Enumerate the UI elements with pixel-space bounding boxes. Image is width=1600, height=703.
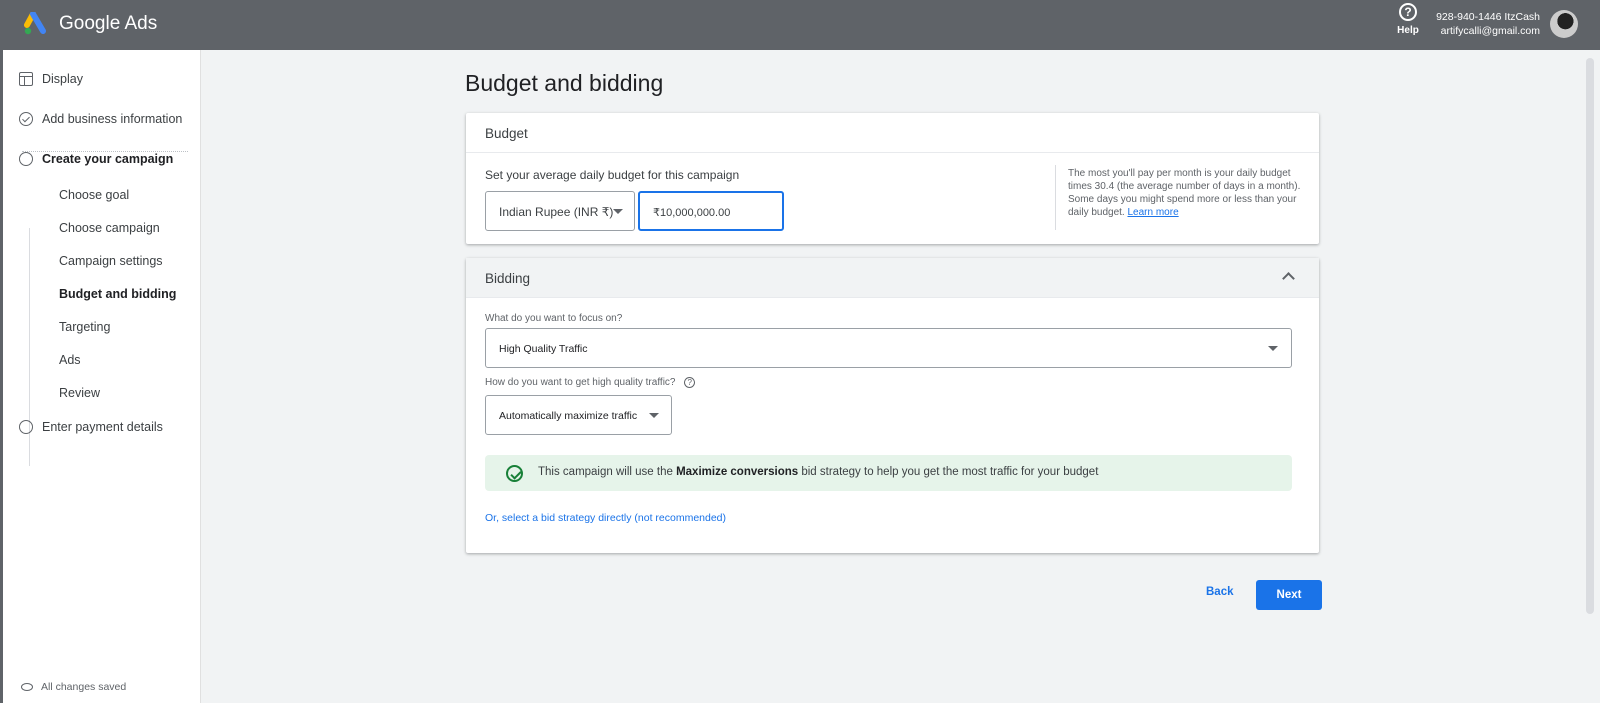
sidebar-item-label: Add business information	[42, 112, 183, 126]
scrollbar[interactable]	[1586, 58, 1594, 614]
top-bar: Google Ads ? Help 928-940-1446 ItzCash a…	[0, 0, 1600, 50]
divider	[1055, 165, 1056, 230]
sidebar-step-ads[interactable]: Ads	[59, 353, 81, 367]
select-bid-strategy-link[interactable]: Or, select a bid strategy directly (not …	[485, 512, 726, 524]
bidding-heading: Bidding	[485, 271, 531, 286]
banner-suffix: bid strategy to help you get the most tr…	[801, 466, 1099, 478]
cloud-saved-icon	[21, 683, 33, 691]
budget-info: The most you'll pay per month is your da…	[1068, 167, 1304, 219]
save-status-label: All changes saved	[41, 681, 127, 693]
budget-header: Budget	[466, 113, 1319, 153]
focus-value: High Quality Traffic	[499, 343, 588, 355]
currency-value: Indian Rupee (INR ₹)	[499, 205, 614, 219]
check-circle-icon	[506, 465, 523, 482]
bidding-header[interactable]: Bidding	[466, 258, 1319, 298]
sidebar-item-label: Create your campaign	[42, 152, 174, 166]
account-info[interactable]: 928-940-1446 ItzCash artifycalli@gmail.c…	[1436, 10, 1540, 38]
sidebar-step-campaign-settings[interactable]: Campaign settings	[59, 254, 163, 268]
avatar[interactable]	[1550, 10, 1578, 38]
sidebar-item-display[interactable]: Display	[19, 72, 83, 86]
help-label: Help	[1397, 25, 1419, 36]
currency-select[interactable]: Indian Rupee (INR ₹)	[485, 191, 635, 231]
banner-strategy: Maximize conversions	[676, 466, 799, 478]
save-status: All changes saved	[21, 681, 126, 693]
traffic-strategy-select[interactable]: Automatically maximize traffic	[485, 395, 672, 435]
budget-heading: Budget	[485, 126, 528, 141]
sidebar-item-create-campaign[interactable]: Create your campaign	[19, 152, 173, 166]
bidding-card: Bidding What do you want to focus on? Hi…	[466, 258, 1319, 553]
display-icon	[19, 72, 33, 86]
how-label-text: How do you want to get high quality traf…	[485, 377, 676, 389]
sidebar: Display Add business information Create …	[3, 50, 201, 703]
help-button[interactable]: ? Help	[1394, 3, 1422, 36]
help-circle-icon[interactable]: ?	[684, 377, 696, 388]
circle-icon	[19, 152, 33, 166]
help-icon: ?	[1399, 3, 1417, 21]
google-ads-logo[interactable]	[24, 12, 50, 36]
budget-amount-input[interactable]: ₹10,000,000.00	[638, 191, 784, 231]
circle-icon	[19, 420, 33, 434]
dropdown-arrow-icon	[649, 413, 659, 418]
dropdown-arrow-icon	[1268, 346, 1278, 351]
sidebar-item-label: Enter payment details	[42, 420, 163, 434]
dropdown-arrow-icon	[613, 209, 623, 214]
focus-select[interactable]: High Quality Traffic	[485, 328, 1292, 368]
budget-info-text: The most you'll pay per month is your da…	[1068, 168, 1301, 218]
page-title: Budget and bidding	[465, 70, 664, 96]
budget-card: Budget Set your average daily budget for…	[466, 113, 1319, 244]
sidebar-step-budget-and-bidding[interactable]: Budget and bidding	[59, 287, 176, 301]
traffic-strategy-value: Automatically maximize traffic	[499, 410, 638, 422]
sidebar-step-choose-campaign[interactable]: Choose campaign	[59, 221, 160, 235]
strategy-banner: This campaign will use the Maximize conv…	[485, 455, 1292, 491]
brand-name: Google Ads	[59, 13, 158, 34]
budget-question: Set your average daily budget for this c…	[485, 168, 740, 182]
account-id: 928-940-1446 ItzCash	[1436, 11, 1540, 23]
banner-prefix: This campaign will use the	[538, 466, 673, 478]
focus-label: What do you want to focus on?	[485, 313, 623, 324]
sidebar-item-add-business[interactable]: Add business information	[19, 112, 182, 126]
sidebar-step-choose-goal[interactable]: Choose goal	[59, 188, 129, 202]
account-email: artifycalli@gmail.com	[1440, 25, 1540, 37]
chevron-up-icon[interactable]	[1282, 272, 1295, 285]
back-button[interactable]: Back	[1206, 586, 1234, 598]
sidebar-step-review[interactable]: Review	[59, 386, 100, 400]
banner-message: This campaign will use the Maximize conv…	[538, 466, 1098, 478]
learn-more-link[interactable]: Learn more	[1128, 207, 1179, 218]
sidebar-step-targeting[interactable]: Targeting	[59, 320, 110, 334]
next-button[interactable]: Next	[1256, 580, 1322, 610]
check-circle-icon	[19, 112, 33, 126]
sidebar-item-label: Display	[42, 72, 83, 86]
how-label: How do you want to get high quality traf…	[485, 377, 696, 389]
sidebar-item-enter-payment[interactable]: Enter payment details	[19, 420, 163, 434]
